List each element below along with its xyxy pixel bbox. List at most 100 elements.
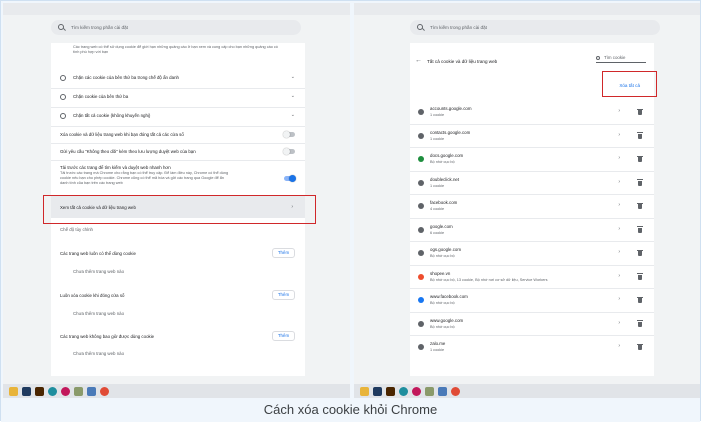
chevron-right-icon[interactable]: › xyxy=(618,296,620,302)
highlight-annotation xyxy=(602,71,657,97)
google-icon xyxy=(418,226,424,233)
trash-icon[interactable] xyxy=(636,179,643,186)
empty-list-text: Chưa thêm trang web nào xyxy=(73,311,125,316)
radio-block-all[interactable] xyxy=(60,113,66,119)
search-icon xyxy=(58,24,64,30)
top-band xyxy=(3,3,350,15)
radio-block-third-party-incognito[interactable] xyxy=(60,75,66,81)
chevron-right-icon[interactable]: › xyxy=(618,179,620,185)
site-row[interactable]: facebook.com 4 cookie › xyxy=(410,196,654,219)
settings-search-input[interactable]: Tìm kiếm trong phần cài đặt xyxy=(410,20,660,35)
photoshop-icon[interactable] xyxy=(22,387,31,396)
add-allow-site-button[interactable]: Thêm xyxy=(272,248,295,258)
chevron-down-icon[interactable]: ⌄ xyxy=(291,113,295,118)
trash-icon[interactable] xyxy=(636,132,643,139)
illustrator-icon[interactable] xyxy=(386,387,395,396)
chevron-right-icon[interactable]: › xyxy=(618,155,620,161)
left-screenshot: Tìm kiếm trong phần cài đặt Các trang we… xyxy=(3,3,350,398)
trash-icon[interactable] xyxy=(636,320,643,327)
taskbar xyxy=(3,384,350,398)
custom-behaviors-heading: Chế độ tùy chỉnh xyxy=(60,227,93,232)
add-block-site-button[interactable]: Thêm xyxy=(272,331,295,341)
site-row[interactable]: docs.google.com Bộ nhớ cục bộ › xyxy=(410,149,654,172)
google-icon xyxy=(418,109,424,115)
chevron-right-icon[interactable]: › xyxy=(618,320,620,326)
preload-toggle[interactable] xyxy=(284,175,296,182)
back-arrow-icon[interactable]: ← xyxy=(415,57,422,64)
trash-icon[interactable] xyxy=(636,273,643,280)
app-icon[interactable] xyxy=(61,387,70,396)
photoshop-icon[interactable] xyxy=(373,387,382,396)
settings-search-input[interactable]: Tìm kiếm trong phần cài đặt xyxy=(51,20,301,35)
globe-icon xyxy=(418,203,424,209)
chevron-right-icon[interactable]: › xyxy=(618,249,620,255)
taskbar xyxy=(354,384,700,398)
trash-icon[interactable] xyxy=(636,202,643,209)
clear-on-exit-label: Xóa cookie và dữ liệu trang web khi bạn … xyxy=(60,132,184,137)
radio-block-third-party[interactable] xyxy=(60,94,66,100)
app-icon[interactable] xyxy=(412,387,421,396)
shopee-icon xyxy=(418,273,424,280)
block-sites-label: Các trang web không bao giờ được dùng co… xyxy=(60,334,155,339)
chevron-down-icon[interactable]: ⌄ xyxy=(291,94,295,99)
do-not-track-label: Gửi yêu cầu "Không theo dõi" kèm theo lư… xyxy=(60,149,196,154)
folder-icon[interactable] xyxy=(360,387,369,396)
explorer-icon[interactable] xyxy=(438,387,447,396)
site-row[interactable]: accounts.google.com 1 cookie › xyxy=(410,102,654,125)
chevron-right-icon[interactable]: › xyxy=(618,108,620,114)
site-row[interactable]: www.google.com Bộ nhớ cục bộ › xyxy=(410,314,654,336)
chevron-down-icon[interactable]: ⌄ xyxy=(291,75,295,80)
option-label: Chặn các cookie của bên thứ ba trong chế… xyxy=(73,75,179,80)
preload-description: danh tính của bạn trên các trang web xyxy=(60,181,123,185)
cutoff-description: Các trang web có thể sử dụng cookie để g… xyxy=(73,45,278,54)
docs-icon xyxy=(418,156,424,162)
add-clear-on-exit-site-button[interactable]: Thêm xyxy=(272,290,295,300)
trash-icon[interactable] xyxy=(636,226,643,233)
chevron-right-icon[interactable]: › xyxy=(618,202,620,208)
right-screenshot: Tìm kiếm trong phần cài đặt ← Tất cả coo… xyxy=(354,3,700,398)
trash-icon[interactable] xyxy=(636,108,643,115)
trash-icon[interactable] xyxy=(636,155,643,162)
illustrator-icon[interactable] xyxy=(35,387,44,396)
site-row[interactable]: doubleclick.net 1 cookie › xyxy=(410,173,654,195)
chrome-icon[interactable] xyxy=(451,387,460,396)
globe-icon xyxy=(418,132,424,139)
pen-icon[interactable] xyxy=(74,387,83,396)
globe-icon xyxy=(418,344,424,350)
allow-sites-label: Các trang web luôn có thể dùng cookie xyxy=(60,251,136,256)
cookie-search-input[interactable]: Tìm cookie xyxy=(596,55,646,63)
site-row[interactable]: contacts.google.com 1 cookie › xyxy=(410,126,654,148)
option-label: Chặn tất cả cookie (không khuyến nghị) xyxy=(73,113,151,118)
trash-icon[interactable] xyxy=(636,249,643,256)
explorer-icon[interactable] xyxy=(87,387,96,396)
site-row[interactable]: shopee.vn Bộ nhớ cục bộ, 13 cookie, Bộ n… xyxy=(410,267,654,289)
folder-icon[interactable] xyxy=(9,387,18,396)
chevron-right-icon[interactable]: › xyxy=(618,273,620,279)
search-icon xyxy=(417,24,423,30)
highlight-annotation xyxy=(43,195,316,224)
chevron-right-icon[interactable]: › xyxy=(618,226,620,232)
article-figure: Tìm kiếm trong phần cài đặt Các trang we… xyxy=(0,0,701,422)
chevron-right-icon[interactable]: › xyxy=(618,132,620,138)
top-band xyxy=(354,3,700,15)
preload-title: Tải trước các trang để tìm kiếm và duyệt… xyxy=(60,165,171,170)
globe-icon xyxy=(418,179,424,186)
globe-icon xyxy=(418,250,424,256)
pen-icon[interactable] xyxy=(425,387,434,396)
trash-icon[interactable] xyxy=(636,296,643,303)
site-row[interactable]: zalo.me 1 cookie › xyxy=(410,337,654,358)
edge-icon[interactable] xyxy=(399,387,408,396)
site-row[interactable]: ogs.google.com Bộ nhớ cục bộ › xyxy=(410,243,654,266)
site-row[interactable]: www.facebook.com Bộ nhớ cục bộ › xyxy=(410,290,654,313)
edge-icon[interactable] xyxy=(48,387,57,396)
site-row[interactable]: google.com 6 cookie › xyxy=(410,220,654,242)
facebook-icon xyxy=(418,297,424,303)
clear-on-exit-toggle[interactable] xyxy=(283,131,295,138)
search-icon xyxy=(596,56,600,60)
do-not-track-toggle[interactable] xyxy=(283,148,295,155)
chevron-right-icon[interactable]: › xyxy=(618,343,620,349)
chrome-icon[interactable] xyxy=(100,387,109,396)
empty-list-text: Chưa thêm trang web nào xyxy=(73,351,125,356)
clear-on-exit-sites-label: Luôn xóa cookie khi đóng cửa sổ xyxy=(60,293,125,298)
trash-icon[interactable] xyxy=(636,343,643,350)
